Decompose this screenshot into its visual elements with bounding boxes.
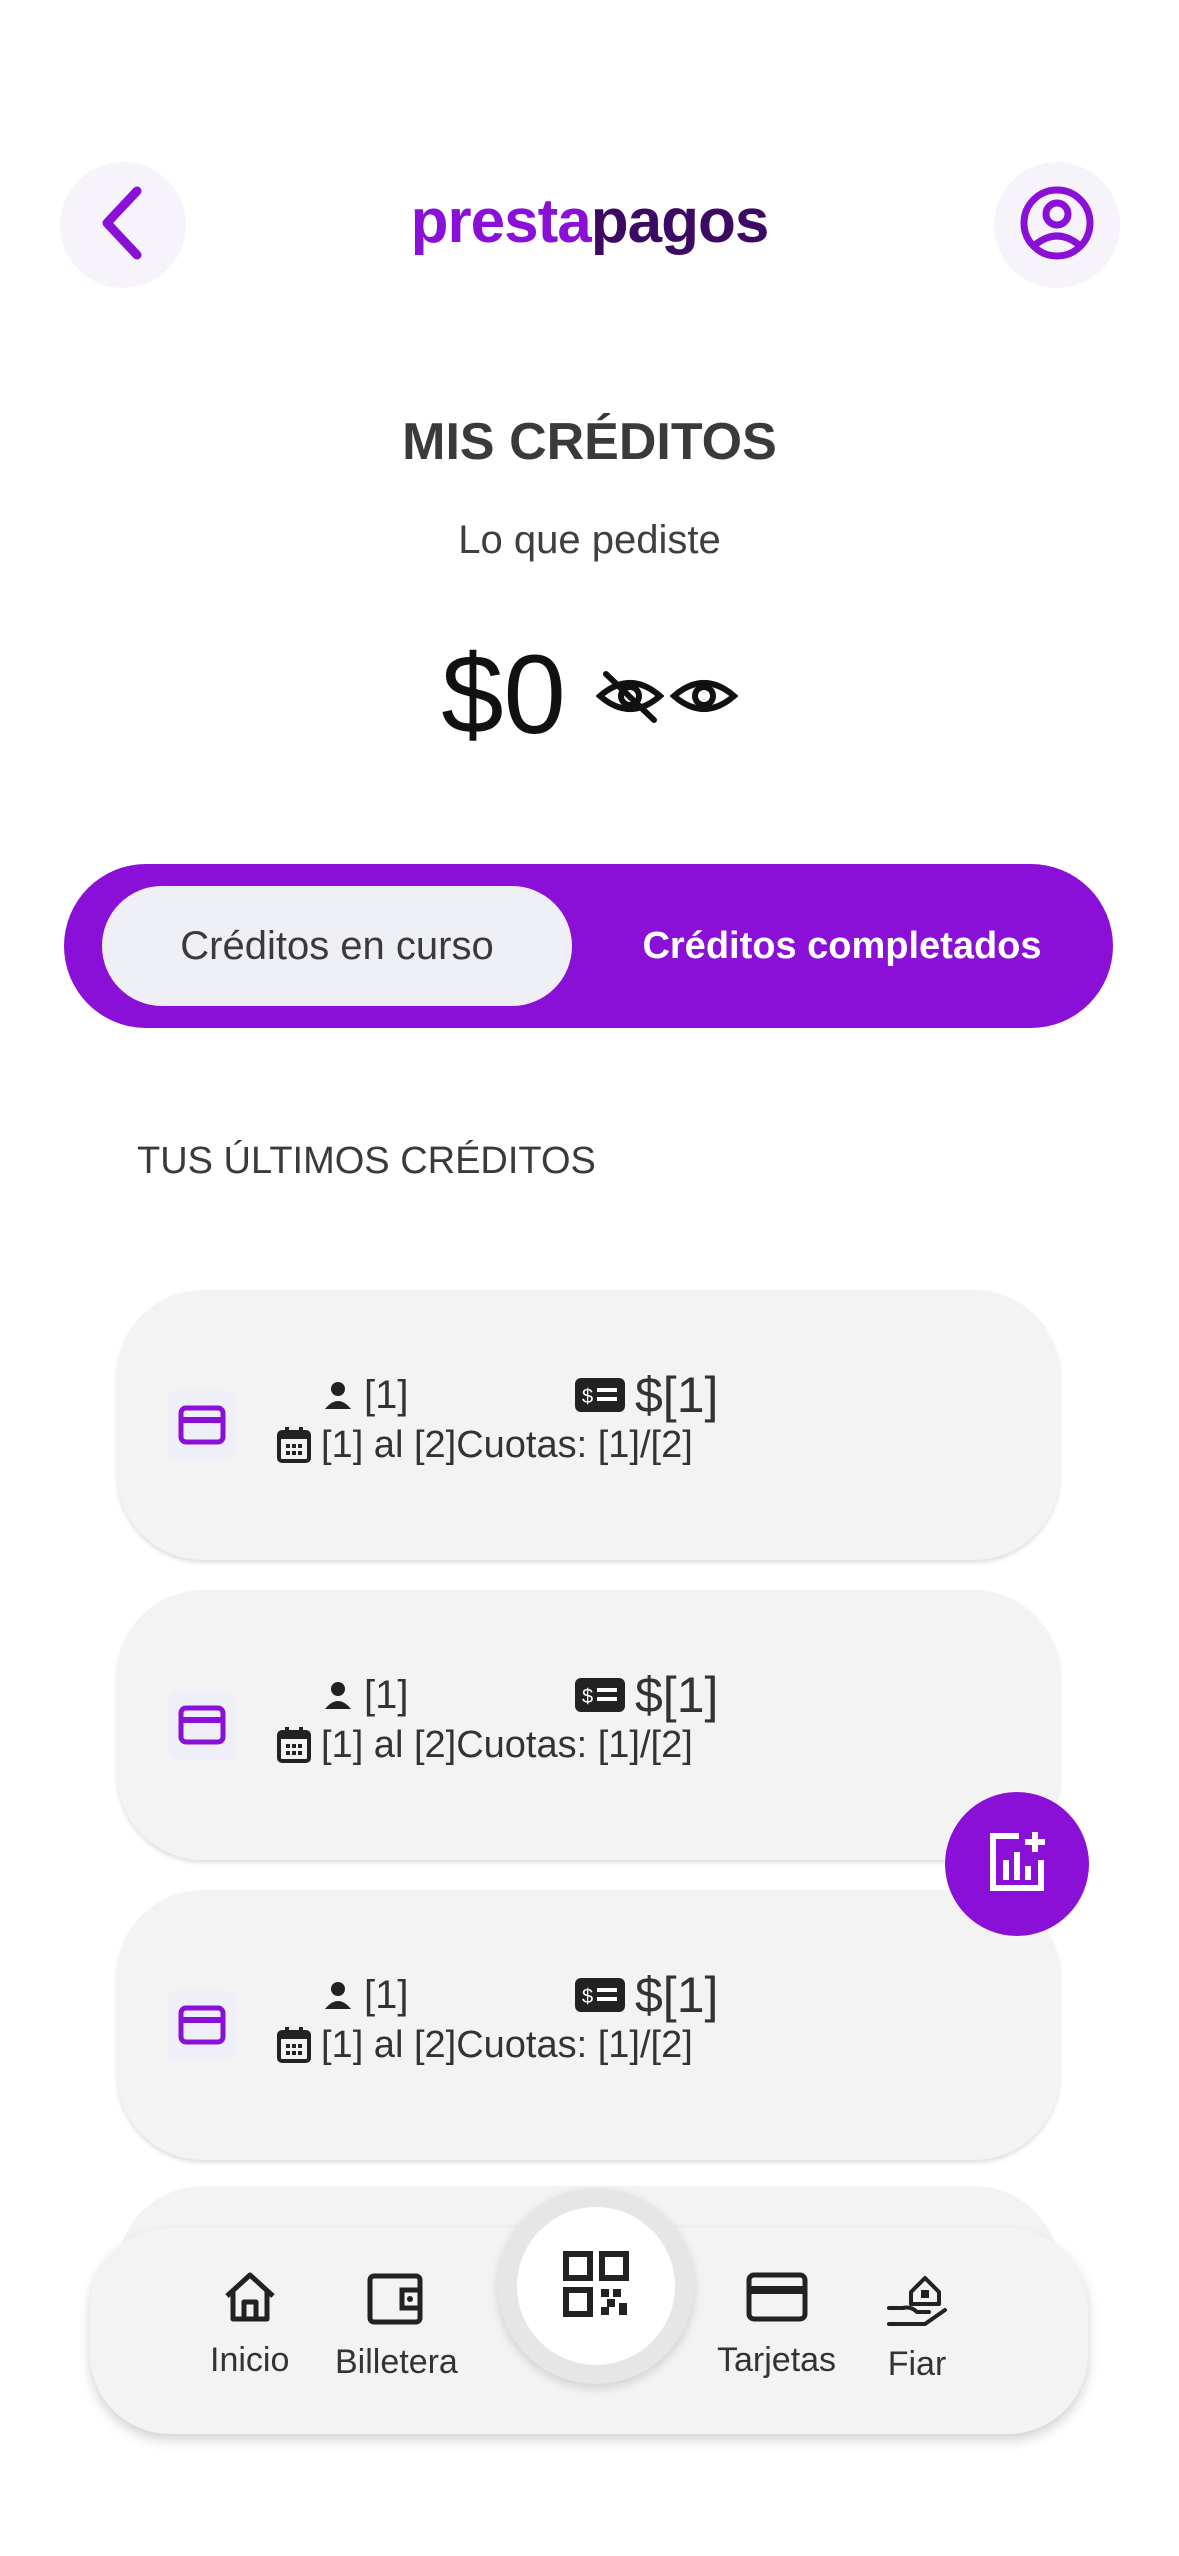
- cash-icon: $: [575, 1678, 625, 1712]
- balance-amount: $0: [441, 632, 566, 757]
- credit-card-icon: [167, 1390, 237, 1460]
- add-chart-icon: [985, 1830, 1049, 1899]
- cash-icon: $: [575, 1978, 625, 2012]
- nav-item-home[interactable]: Inicio: [210, 2270, 289, 2380]
- credit-amount: $ $[1]: [575, 1367, 718, 1423]
- wallet-icon: [366, 2270, 426, 2335]
- calendar-icon: [277, 1427, 311, 1463]
- credit-amount: $ $[1]: [575, 1967, 718, 2023]
- balance-row: $0: [0, 630, 1179, 759]
- top-bar: prestapagos: [0, 0, 1179, 300]
- new-credit-button[interactable]: [945, 1792, 1089, 1936]
- qr-code-icon: [563, 2250, 629, 2322]
- svg-text:$: $: [582, 1986, 593, 2008]
- credit-user: [1]: [322, 1970, 408, 2020]
- eye-off-icon[interactable]: [595, 668, 665, 729]
- credit-card-icon: [167, 1990, 237, 2060]
- credit-amount: $ $[1]: [575, 1667, 718, 1723]
- nav-item-cards[interactable]: Tarjetas: [717, 2270, 836, 2380]
- page-subtitle: Lo que pediste: [458, 518, 721, 562]
- scan-qr-button[interactable]: [498, 2188, 694, 2384]
- svg-text:$: $: [582, 1386, 593, 1408]
- person-icon: [322, 1679, 354, 1711]
- eye-icon[interactable]: [669, 668, 739, 729]
- page-title: MIS CRÉDITOS: [402, 413, 777, 471]
- credit-tabs: Créditos en curso Créditos completados: [64, 864, 1113, 1028]
- calendar-icon: [277, 2027, 311, 2063]
- profile-button[interactable]: [994, 162, 1120, 288]
- credit-card-item[interactable]: [1] $ $[1] [1] al [2] Cuotas: [1]/[2]: [117, 1890, 1060, 2160]
- user-circle-icon: [1017, 183, 1097, 268]
- nav-item-wallet[interactable]: Billetera: [335, 2270, 458, 2382]
- credit-card-icon: [745, 2270, 809, 2333]
- credit-dates: [1] al [2] Cuotas: [1]/[2]: [277, 1418, 693, 1472]
- credit-card-icon: [167, 1690, 237, 1760]
- cash-icon: $: [575, 1378, 625, 1412]
- visibility-toggle[interactable]: [595, 668, 739, 729]
- section-title: TUS ÚLTIMOS CRÉDITOS: [137, 1140, 596, 1182]
- credit-card-item[interactable]: [1] $ $[1] [1] al [2] Cuotas: [1]/[2]: [117, 1590, 1060, 1860]
- credit-user: [1]: [322, 1370, 408, 1420]
- credit-card-item[interactable]: [1] $ $[1] [1] al [2] Cuotas: [1]/[2]: [117, 1290, 1060, 1560]
- tab-completed-credits[interactable]: Créditos completados: [592, 886, 1092, 1006]
- calendar-icon: [277, 1727, 311, 1763]
- hand-house-icon: [885, 2270, 949, 2337]
- credit-dates: [1] al [2] Cuotas: [1]/[2]: [277, 2018, 693, 2072]
- svg-text:$: $: [582, 1686, 593, 1708]
- home-icon: [221, 2270, 279, 2333]
- nav-item-trust[interactable]: Fiar: [885, 2270, 949, 2384]
- person-icon: [322, 1979, 354, 2011]
- person-icon: [322, 1379, 354, 1411]
- tab-active-credits[interactable]: Créditos en curso: [102, 886, 572, 1006]
- credit-user: [1]: [322, 1670, 408, 1720]
- credit-dates: [1] al [2] Cuotas: [1]/[2]: [277, 1718, 693, 1772]
